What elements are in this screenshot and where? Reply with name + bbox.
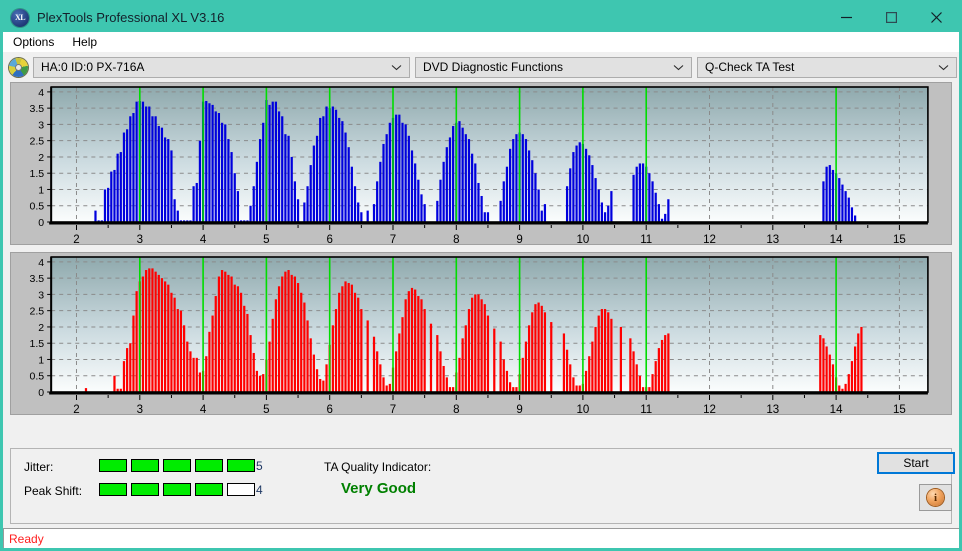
svg-text:0: 0: [38, 217, 44, 229]
title-bar: XL PlexTools Professional XL V3.16: [3, 3, 959, 32]
quality-indicator-value: Very Good: [341, 480, 417, 497]
test-select-value: Q-Check TA Test: [705, 60, 795, 74]
svg-text:2: 2: [38, 322, 44, 334]
close-icon[interactable]: [914, 3, 959, 32]
chevron-down-icon: [673, 58, 684, 77]
svg-text:4: 4: [200, 234, 207, 244]
minimize-icon[interactable]: [824, 3, 869, 32]
results-panel: Jitter: 5 Peak Shift: 4 TA Quality Indic…: [10, 448, 955, 524]
svg-text:4: 4: [200, 404, 207, 414]
svg-text:14: 14: [830, 234, 843, 244]
peak-shift-chart-panel: 0 0.5 1 1.5 2 2.5 3 3.5 4 2 3 4 5 6 7 8 9 10 11 12 13 14 15: [10, 252, 952, 415]
status-text: Ready: [9, 531, 44, 546]
svg-text:1: 1: [38, 354, 44, 366]
svg-text:2: 2: [38, 152, 44, 164]
svg-text:2: 2: [73, 234, 79, 244]
svg-text:10: 10: [576, 234, 589, 244]
function-select[interactable]: DVD Diagnostic Functions: [415, 56, 692, 78]
svg-text:13: 13: [766, 234, 779, 244]
maximize-icon[interactable]: [869, 3, 914, 32]
jitter-chart-panel: 0 0.5 1 1.5 2 2.5 3 3.5 4 2 3 4 5 6 7 8 9 10 11 12 13 14 15: [10, 82, 952, 245]
menu-item-options[interactable]: Options: [10, 34, 63, 51]
svg-text:2.5: 2.5: [29, 306, 44, 318]
chevron-down-icon: [391, 58, 402, 77]
svg-text:7: 7: [390, 234, 396, 244]
meter-segment: [131, 483, 159, 496]
svg-text:3.5: 3.5: [29, 103, 44, 115]
meter-segment: [227, 483, 255, 496]
svg-text:10: 10: [576, 404, 589, 414]
charts-container: 0 0.5 1 1.5 2 2.5 3 3.5 4 2 3 4 5 6 7 8 9 10 11 12 13 14 15 00…: [3, 82, 959, 442]
jitter-chart: 0 0.5 1 1.5 2 2.5 3 3.5 4 2 3 4 5 6 7 8 9 10 11 12 13 14 15: [11, 83, 951, 244]
quality-indicator-label: TA Quality Indicator:: [324, 460, 432, 474]
menu-bar: Options Help: [3, 32, 959, 52]
svg-text:12: 12: [703, 404, 716, 414]
meter-segment: [99, 459, 127, 472]
svg-text:3: 3: [38, 119, 44, 131]
svg-text:7: 7: [390, 404, 396, 414]
window-title: PlexTools Professional XL V3.16: [37, 10, 225, 25]
svg-text:15: 15: [893, 234, 906, 244]
peak-shift-value: 4: [256, 483, 263, 497]
info-button[interactable]: i: [919, 484, 952, 511]
svg-text:9: 9: [516, 234, 522, 244]
menu-item-help[interactable]: Help: [69, 34, 106, 51]
svg-text:2.5: 2.5: [29, 136, 44, 148]
svg-text:6: 6: [326, 234, 332, 244]
status-bar: Ready: [3, 528, 959, 548]
svg-text:5: 5: [263, 404, 269, 414]
jitter-label: Jitter:: [24, 460, 54, 474]
svg-text:15: 15: [893, 404, 906, 414]
meter-segment: [195, 483, 223, 496]
svg-text:14: 14: [830, 404, 843, 414]
svg-text:4: 4: [38, 257, 44, 269]
svg-text:3: 3: [38, 289, 44, 301]
svg-text:3.5: 3.5: [29, 273, 44, 285]
function-select-value: DVD Diagnostic Functions: [423, 60, 564, 74]
svg-text:9: 9: [516, 404, 522, 414]
xl-logo-icon: XL: [11, 8, 29, 27]
jitter-value: 5: [256, 459, 263, 473]
drive-select-value: HA:0 ID:0 PX-716A: [41, 60, 145, 74]
svg-text:3: 3: [137, 234, 143, 244]
svg-text:12: 12: [703, 234, 716, 244]
svg-text:1: 1: [38, 184, 44, 196]
peak-shift-meter: [99, 483, 255, 496]
svg-text:13: 13: [766, 404, 779, 414]
meter-segment: [131, 459, 159, 472]
svg-text:8: 8: [453, 234, 459, 244]
svg-text:4: 4: [38, 87, 44, 99]
toolbar: HA:0 ID:0 PX-716A DVD Diagnostic Functio…: [3, 52, 959, 82]
svg-text:11: 11: [640, 234, 652, 244]
app-window: XL PlexTools Professional XL V3.16 Optio…: [0, 0, 962, 551]
svg-text:0: 0: [38, 387, 44, 399]
svg-text:1.5: 1.5: [29, 168, 44, 180]
start-button[interactable]: Start: [877, 452, 955, 474]
jitter-meter: [99, 459, 255, 472]
meter-segment: [163, 483, 191, 496]
peak-shift-label: Peak Shift:: [24, 484, 83, 498]
svg-text:0.5: 0.5: [29, 371, 44, 383]
info-icon: i: [927, 489, 944, 506]
svg-text:11: 11: [640, 404, 652, 414]
meter-segment: [227, 459, 255, 472]
optical-disc-icon: [9, 57, 28, 77]
svg-text:2: 2: [73, 404, 79, 414]
meter-segment: [195, 459, 223, 472]
peak-shift-chart: 0 0.5 1 1.5 2 2.5 3 3.5 4 2 3 4 5 6 7 8 9 10 11 12 13 14 15: [11, 253, 951, 414]
window-controls: [824, 3, 959, 32]
svg-text:6: 6: [326, 404, 332, 414]
chevron-down-icon: [938, 58, 949, 77]
client-area: HA:0 ID:0 PX-716A DVD Diagnostic Functio…: [3, 52, 959, 548]
meter-segment: [163, 459, 191, 472]
svg-text:5: 5: [263, 234, 269, 244]
test-select[interactable]: Q-Check TA Test: [697, 56, 957, 78]
svg-text:8: 8: [453, 404, 459, 414]
svg-text:3: 3: [137, 404, 143, 414]
meter-segment: [99, 483, 127, 496]
drive-select[interactable]: HA:0 ID:0 PX-716A: [33, 56, 410, 78]
svg-text:1.5: 1.5: [29, 338, 44, 350]
svg-text:0.5: 0.5: [29, 201, 44, 213]
